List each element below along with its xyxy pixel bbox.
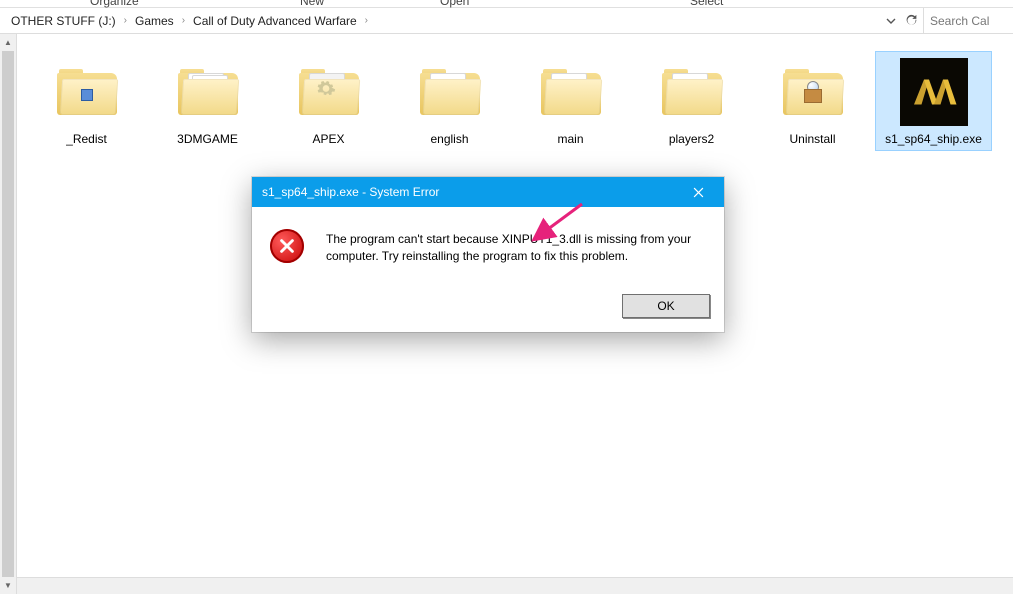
chevron-right-icon: › [363, 15, 370, 26]
scroll-down-icon[interactable]: ▼ [0, 577, 16, 594]
exe-item[interactable]: s1_sp64_ship.exe [876, 52, 991, 150]
file-label: _Redist [66, 132, 107, 146]
breadcrumb-item[interactable]: Call of Duty Advanced Warfare [187, 14, 363, 28]
breadcrumb-item[interactable]: OTHER STUFF (J:) [5, 14, 122, 28]
folder-item[interactable]: _Redist [29, 52, 144, 150]
file-label: 3DMGAME [177, 132, 238, 146]
file-label: players2 [669, 132, 714, 146]
app-icon [898, 56, 970, 128]
horizontal-scrollbar[interactable] [17, 577, 1013, 594]
search-placeholder: Search Cal [930, 14, 989, 28]
refresh-icon[interactable] [903, 13, 919, 29]
breadcrumb-item[interactable]: Games [129, 14, 180, 28]
dialog-titlebar[interactable]: s1_sp64_ship.exe - System Error [252, 177, 724, 207]
folder-item[interactable]: players2 [634, 52, 749, 150]
ok-button[interactable]: OK [622, 294, 710, 318]
file-label: s1_sp64_ship.exe [885, 132, 982, 146]
folder-item[interactable]: 3DMGAME [150, 52, 265, 150]
breadcrumb[interactable]: OTHER STUFF (J:) › Games › Call of Duty … [0, 8, 924, 33]
address-bar: OTHER STUFF (J:) › Games › Call of Duty … [0, 8, 1013, 34]
close-button[interactable] [678, 181, 718, 203]
search-input[interactable]: Search Cal [924, 8, 1013, 33]
folder-item[interactable]: APEX [271, 52, 386, 150]
file-label: Uninstall [789, 132, 835, 146]
gear-icon [316, 79, 336, 102]
folder-icon [656, 56, 728, 128]
folder-icon [172, 56, 244, 128]
file-label: main [557, 132, 583, 146]
folder-icon [51, 56, 123, 128]
vertical-scrollbar[interactable]: ▲ ▼ [0, 34, 17, 594]
uninstall-icon [804, 81, 822, 103]
folder-item[interactable]: Uninstall [755, 52, 870, 150]
folder-icon [293, 56, 365, 128]
ribbon-label: Select [690, 0, 723, 8]
scrollbar-thumb[interactable] [2, 51, 14, 577]
error-icon [270, 229, 310, 266]
folder-icon [535, 56, 607, 128]
icon-grid: _Redist 3DMGAME [17, 34, 1013, 168]
dialog-message: The program can't start because XINPUT1_… [326, 229, 706, 266]
scrollbar-track[interactable] [0, 51, 16, 577]
folder-item[interactable]: english [392, 52, 507, 150]
ribbon-clipped: Organize New Open Select [0, 0, 1013, 8]
folder-item[interactable]: main [513, 52, 628, 150]
file-label: APEX [312, 132, 344, 146]
close-icon [693, 187, 704, 198]
error-dialog: s1_sp64_ship.exe - System Error The prog… [252, 177, 724, 332]
dropdown-icon[interactable] [883, 13, 899, 29]
ribbon-label: New [300, 0, 324, 8]
dialog-title: s1_sp64_ship.exe - System Error [262, 185, 439, 199]
file-label: english [430, 132, 468, 146]
folder-icon [777, 56, 849, 128]
chevron-right-icon: › [180, 15, 187, 26]
ribbon-label: Organize [90, 0, 139, 8]
scroll-up-icon[interactable]: ▲ [0, 34, 16, 51]
ribbon-label: Open [440, 0, 469, 8]
folder-icon [414, 56, 486, 128]
chevron-right-icon: › [122, 15, 129, 26]
